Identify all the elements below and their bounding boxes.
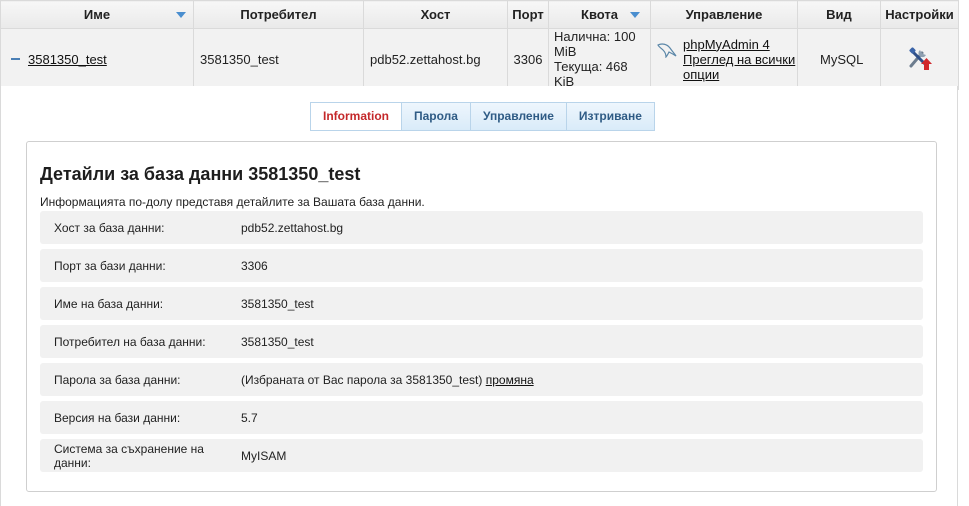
col-header-port: Порт: [507, 0, 549, 29]
details-intro: Информацията по-долу представя детайлите…: [40, 195, 425, 209]
col-header-management: Управление: [650, 0, 798, 29]
tab-management[interactable]: Управление: [469, 102, 567, 131]
col-header-name-label: Име: [83, 7, 111, 22]
table-header-row: Име Потребител Хост Порт Квота Управлени…: [0, 0, 959, 29]
cell-port: 3306: [507, 28, 549, 90]
detail-label: Парола за база данни:: [54, 372, 181, 387]
minus-icon[interactable]: [11, 58, 20, 61]
col-header-quota[interactable]: Квота: [548, 0, 651, 29]
col-header-quota-label: Квота: [581, 7, 618, 22]
detail-value: 3581350_test: [241, 334, 314, 349]
col-header-host: Хост: [363, 0, 508, 29]
detail-row-version: Версия на бази данни: 5.7: [40, 401, 923, 434]
detail-tabs: Information Парола Управление Изтриване: [310, 102, 655, 131]
quota-available: Налична: 100 MiB: [554, 29, 636, 59]
cell-quota: Налична: 100 MiB Текуща: 468 KiB: [548, 28, 651, 90]
all-options-link[interactable]: Преглед на всички опции: [657, 52, 797, 82]
sort-down-icon[interactable]: [630, 12, 640, 18]
col-header-name[interactable]: Име: [0, 0, 194, 29]
cell-name: 3581350_test: [0, 28, 194, 90]
detail-label: Версия на бази данни:: [54, 410, 181, 425]
detail-value: (Избраната от Вас парола за 3581350_test…: [241, 373, 923, 387]
detail-value: 5.7: [241, 410, 258, 425]
quota-current: Текуща: 468 KiB: [554, 59, 628, 89]
databases-table: Име Потребител Хост Порт Квота Управлени…: [0, 0, 959, 90]
col-header-type: Вид: [797, 0, 881, 29]
database-detail-pane: Information Парола Управление Изтриване …: [0, 86, 958, 506]
cell-type: MySQL: [797, 28, 881, 90]
col-header-user: Потребител: [193, 0, 364, 29]
tab-information[interactable]: Information: [310, 102, 402, 131]
table-row: 3581350_test 3581350_test pdb52.zettahos…: [0, 28, 959, 90]
cell-user: 3581350_test: [193, 28, 364, 90]
detail-value: 3306: [241, 258, 268, 273]
details-list: Хост за база данни: pdb52.zettahost.bg П…: [40, 211, 923, 477]
detail-label: Име на база данни:: [54, 296, 164, 311]
cell-settings: [880, 28, 959, 90]
tab-password[interactable]: Парола: [401, 102, 471, 131]
tools-upgrade-icon[interactable]: [907, 45, 933, 71]
detail-value: MyISAM: [241, 448, 287, 463]
tab-delete[interactable]: Изтриване: [565, 102, 655, 131]
detail-label: Потребител на база данни:: [54, 334, 206, 349]
change-password-link[interactable]: промяна: [486, 373, 534, 387]
detail-row-db-user: Потребител на база данни: 3581350_test: [40, 325, 923, 358]
sort-down-icon[interactable]: [176, 12, 186, 18]
cell-host: pdb52.zettahost.bg: [363, 28, 508, 90]
detail-row-engine: Система за съхранение на данни: MyISAM: [40, 439, 923, 472]
cell-management: phpMyAdmin 4 Преглед на всички опции: [650, 28, 798, 90]
phpmyadmin-link[interactable]: phpMyAdmin 4: [657, 37, 797, 52]
detail-row-port: Порт за бази данни: 3306: [40, 249, 923, 282]
detail-value: 3581350_test: [241, 296, 314, 311]
page-title: Детайли за база данни 3581350_test: [40, 164, 361, 184]
details-card: Детайли за база данни 3581350_test Инфор…: [26, 141, 937, 492]
mysql-dolphin-icon: [657, 43, 677, 58]
detail-label: Система за съхранение на данни:: [54, 441, 204, 470]
detail-label: Порт за бази данни:: [54, 258, 166, 273]
detail-row-host: Хост за база данни: pdb52.zettahost.bg: [40, 211, 923, 244]
col-header-settings: Настройки: [880, 0, 959, 29]
detail-row-db-name: Име на база данни: 3581350_test: [40, 287, 923, 320]
password-note: (Избраната от Вас парола за 3581350_test…: [241, 372, 483, 387]
detail-row-password: Парола за база данни: (Избраната от Вас …: [40, 363, 923, 396]
detail-label: Хост за база данни:: [54, 220, 165, 235]
detail-value: pdb52.zettahost.bg: [241, 220, 344, 235]
database-name-link[interactable]: 3581350_test: [28, 52, 107, 67]
